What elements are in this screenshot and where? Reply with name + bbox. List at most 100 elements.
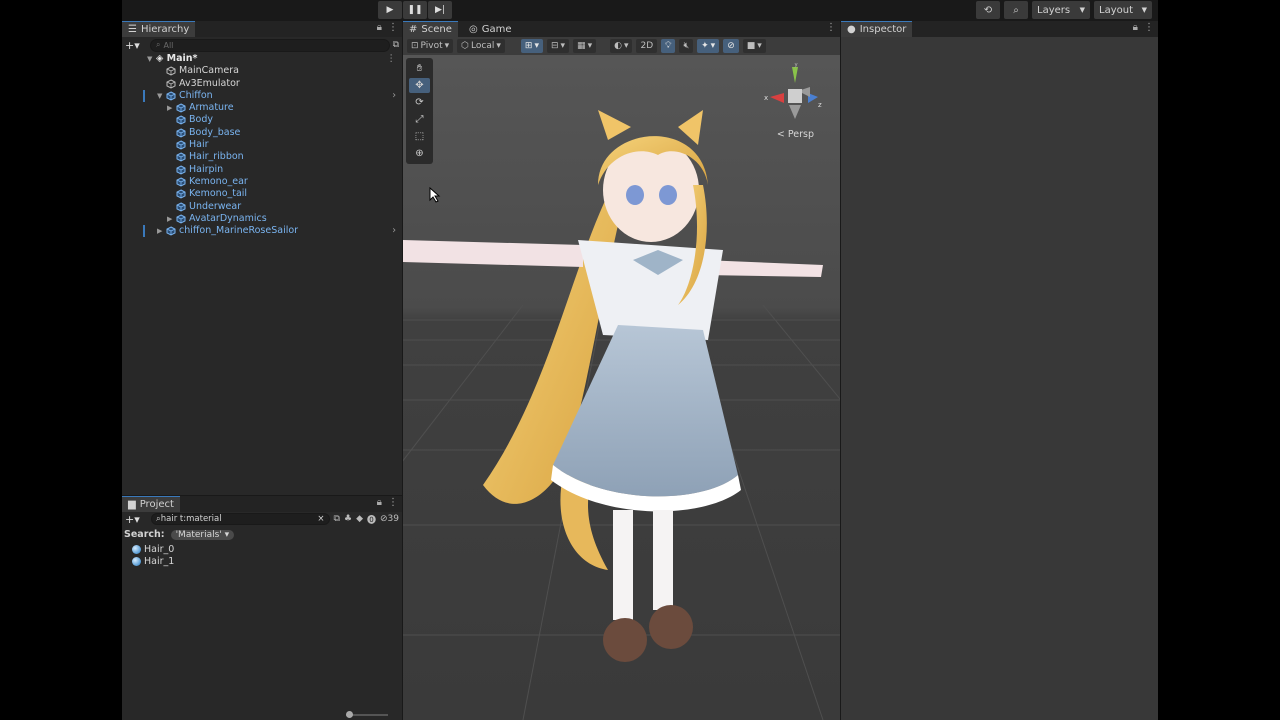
main-toolbar: ▶ ❚❚ ▶| ⟲ ⌕ Layers ▼ Layout ▼: [122, 0, 1158, 21]
kebab-menu-icon[interactable]: ⋮: [388, 497, 398, 508]
hierarchy-row[interactable]: Body: [122, 114, 402, 126]
create-asset-button[interactable]: +▾: [125, 513, 147, 526]
icon-size-slider[interactable]: [346, 711, 388, 718]
lock-icon[interactable]: 🔒︎: [1133, 22, 1138, 33]
pivot-dropdown[interactable]: ⊡ Pivot ▾: [407, 39, 454, 53]
prefab-icon: [176, 189, 186, 199]
asset-item[interactable]: Hair_0: [132, 544, 174, 555]
audio-toggle[interactable]: 🔇︎: [679, 39, 694, 53]
warning-icon[interactable]: ⓿: [367, 513, 376, 526]
camera-dropdown[interactable]: ■ ▾: [742, 39, 766, 53]
hidden-packages-toggle[interactable]: ⊘39: [380, 514, 399, 524]
prefab-icon: [176, 152, 186, 162]
lock-icon[interactable]: 🔒︎: [377, 497, 382, 508]
asset-item[interactable]: Hair_1: [132, 556, 174, 567]
kebab-menu-icon[interactable]: ⋮: [387, 53, 397, 65]
rect-tool[interactable]: ⬚: [409, 129, 430, 144]
hierarchy-search-input[interactable]: ⌕ All: [150, 38, 390, 52]
local-dropdown[interactable]: ⬡ Local ▾: [457, 39, 505, 53]
svg-text:x: x: [764, 94, 768, 102]
hierarchy-row[interactable]: Hairpin: [122, 164, 402, 176]
hierarchy-row[interactable]: Av3Emulator: [122, 78, 402, 90]
history-button[interactable]: ⟲: [976, 1, 1000, 19]
pause-button[interactable]: ❚❚: [403, 1, 427, 19]
project-search-input[interactable]: ⌕hair t:material ×: [151, 513, 330, 525]
hierarchy-row[interactable]: Underwear: [122, 201, 402, 213]
hierarchy-row[interactable]: ▶ chiffon_MarineRoseSailor ›: [122, 225, 402, 238]
lighting-toggle[interactable]: 💡︎: [661, 39, 676, 53]
hierarchy-row[interactable]: Hair_ribbon: [122, 151, 402, 163]
scene-row[interactable]: ▼ ◈ Main* ⋮: [122, 53, 402, 65]
pause-icon: ❚❚: [407, 5, 423, 15]
scene-viewport[interactable]: ✋︎ ✥ ⟳ ⤢ ⬚ ⊕ y x z < Persp: [403, 55, 840, 720]
tab-game[interactable]: ◎ Game: [463, 21, 518, 37]
filter-by-type-icon[interactable]: ♣: [344, 514, 352, 524]
scene-visibility-icon[interactable]: ⧉: [393, 40, 399, 50]
hierarchy-row[interactable]: ▶ Armature: [122, 102, 402, 114]
tab-project[interactable]: ▆ Project: [122, 496, 180, 512]
expand-arrow-icon[interactable]: ▼: [147, 53, 152, 65]
scene-tab-tools: ⋮: [826, 22, 836, 33]
lock-icon[interactable]: 🔒︎: [377, 22, 382, 33]
gameobject-icon: [166, 66, 176, 76]
hierarchy-row[interactable]: Kemono_tail: [122, 188, 402, 200]
clear-search-icon[interactable]: ×: [317, 514, 324, 524]
toolbar-right: ⟲ ⌕ Layers ▼ Layout ▼: [976, 1, 1152, 19]
step-button[interactable]: ▶|: [428, 1, 452, 19]
hand-tool[interactable]: ✋︎: [409, 61, 430, 76]
layout-label: Layout: [1099, 4, 1133, 16]
effects-dropdown[interactable]: ✦ ▾: [697, 39, 720, 53]
tab-scene[interactable]: # Scene: [403, 21, 458, 37]
collapse-arrow-icon[interactable]: ▼: [157, 90, 162, 102]
create-button[interactable]: +▾: [125, 39, 147, 52]
project-tab-tools: 🔒︎ ⋮: [377, 497, 398, 508]
avatar-model: [403, 110, 823, 662]
toggle-2d-button[interactable]: 2D: [636, 39, 658, 53]
shading-mode-dropdown[interactable]: ◐ ▾: [610, 39, 633, 53]
visibility-toggle[interactable]: ⊘: [723, 39, 739, 53]
expand-arrow-icon[interactable]: ▶: [167, 102, 172, 114]
slider-knob[interactable]: [346, 711, 353, 718]
chevron-right-icon[interactable]: ›: [392, 225, 396, 237]
label-icon[interactable]: ◆: [356, 514, 363, 524]
search-button[interactable]: ⌕: [1004, 1, 1028, 19]
projection-toggle[interactable]: < Persp: [777, 129, 814, 140]
search-scope-dropdown[interactable]: 'Materials' ▾: [170, 529, 235, 540]
play-button[interactable]: ▶: [378, 1, 402, 19]
hierarchy-row[interactable]: Hair: [122, 139, 402, 151]
local-label: Local: [471, 41, 495, 51]
unity-editor: ▶ ❚❚ ▶| ⟲ ⌕ Layers ▼ Layout ▼ ☰ Hierarchy …: [122, 0, 1158, 720]
hierarchy-row[interactable]: Kemono_ear: [122, 176, 402, 188]
hierarchy-row[interactable]: Body_base: [122, 127, 402, 139]
hierarchy-row[interactable]: ▼ Chiffon ›: [122, 89, 402, 102]
tab-scene-label: Scene: [421, 24, 452, 35]
search-by-type-icon[interactable]: ⧉: [334, 514, 340, 524]
grid-snap-button[interactable]: ⊞ ▾: [520, 39, 543, 53]
increment-snap-button[interactable]: ⊟ ▾: [546, 39, 570, 53]
layout-dropdown[interactable]: Layout ▼: [1094, 1, 1152, 19]
snap-icon: ⊟: [550, 41, 559, 51]
hand-icon: ✋︎: [416, 63, 423, 74]
scale-tool[interactable]: ⤢: [409, 112, 430, 127]
rotate-tool[interactable]: ⟳: [409, 95, 430, 110]
kebab-menu-icon[interactable]: ⋮: [1144, 22, 1154, 33]
project-panel: ▆ Project 🔒︎ ⋮ +▾ ⌕hair t:material × ⧉ ♣…: [122, 496, 402, 720]
kebab-menu-icon[interactable]: ⋮: [826, 22, 836, 33]
hierarchy-row[interactable]: ▶ AvatarDynamics: [122, 213, 402, 225]
tab-inspector[interactable]: ● Inspector: [841, 21, 913, 37]
kebab-menu-icon[interactable]: ⋮: [388, 22, 398, 33]
search-placeholder: All: [163, 40, 174, 50]
chevron-right-icon[interactable]: ›: [392, 90, 396, 102]
render-mode-button[interactable]: ▦ ▾: [573, 39, 597, 53]
transform-tool[interactable]: ⊕: [409, 146, 430, 161]
tab-hierarchy-label: Hierarchy: [140, 24, 190, 35]
orientation-gizmo[interactable]: y x z: [764, 63, 824, 129]
expand-arrow-icon[interactable]: ▶: [167, 213, 172, 225]
cube-icon: ⬡: [461, 41, 470, 51]
tab-hierarchy[interactable]: ☰ Hierarchy: [122, 21, 196, 37]
hierarchy-row[interactable]: MainCamera: [122, 65, 402, 77]
scene-panel: # Scene ◎ Game ⋮ ⊡ Pivot ▾ ⬡ Local ▾ ⊞ ▾ ⊟ ▾ ▦…: [403, 21, 840, 720]
move-tool[interactable]: ✥: [409, 78, 430, 93]
layers-dropdown[interactable]: Layers ▼: [1032, 1, 1090, 19]
expand-arrow-icon[interactable]: ▶: [157, 225, 162, 237]
